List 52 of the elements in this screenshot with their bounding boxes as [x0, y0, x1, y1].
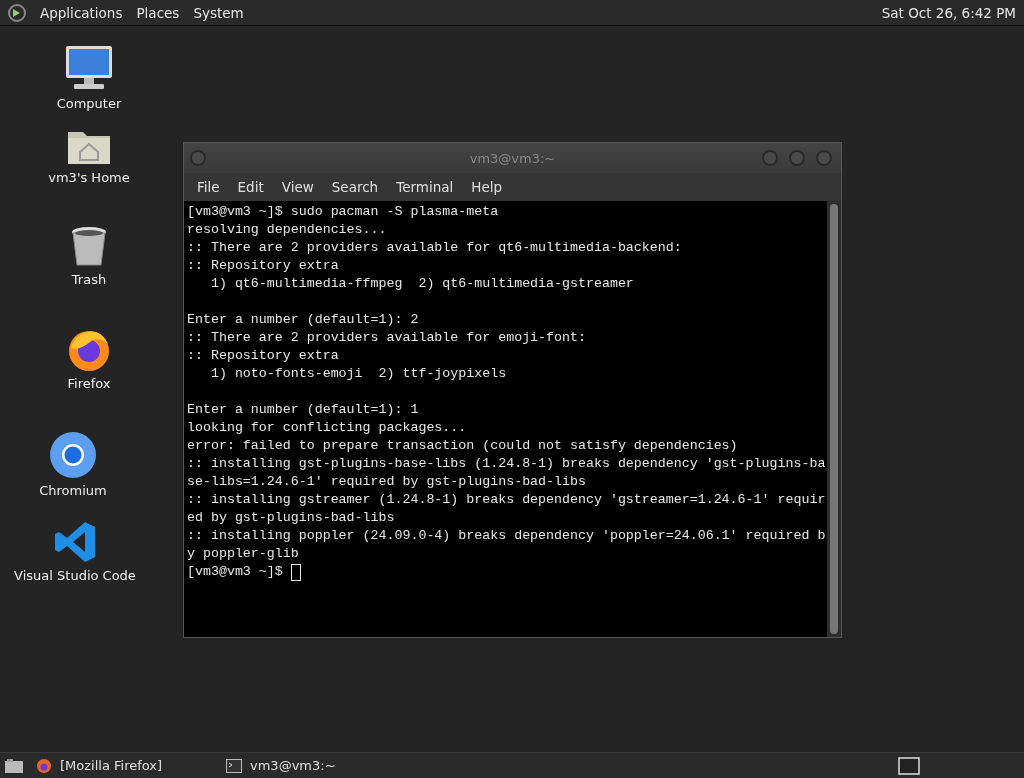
terminal-line: resolving dependencies... — [187, 221, 388, 239]
show-desktop-icon[interactable] — [4, 757, 24, 774]
menu-item[interactable]: Help — [462, 179, 512, 195]
terminal-line: 1) noto-fonts-emoji 2) ttf-joypixels — [209, 365, 508, 383]
terminal-line: :: Repository extra — [187, 257, 340, 275]
terminal-line: looking for conflicting packages... — [187, 419, 468, 437]
icon-label[interactable]: Computer — [56, 96, 122, 111]
icon-label[interactable]: Chromium — [39, 483, 107, 498]
trash-icon — [70, 226, 108, 268]
menu-item[interactable]: Terminal — [387, 179, 463, 195]
firefox-icon — [36, 757, 52, 774]
terminal-line: :: Repository extra — [187, 347, 340, 365]
text-cursor-icon — [290, 563, 301, 581]
maximize-icon[interactable] — [788, 149, 806, 167]
terminal-line: ed by gst-plugins-bad-libs — [187, 509, 396, 527]
window-menu-icon[interactable] — [189, 149, 207, 167]
icon-label[interactable]: Firefox — [67, 376, 111, 391]
terminal-line: :: There are 2 providers available for emoji-font: — [187, 329, 587, 347]
vscode-icon — [53, 520, 97, 564]
workspace-switcher-icon[interactable] — [898, 756, 920, 775]
icon-label[interactable]: Visual Studio Code — [14, 568, 136, 583]
close-icon[interactable] — [815, 149, 833, 167]
terminal-line: error: failed to prepare transaction (could not satisfy dependencies) — [187, 437, 739, 455]
icon-label[interactable]: vm3's Home — [48, 170, 130, 185]
minimize-icon[interactable] — [761, 149, 779, 167]
panel-menu[interactable]: Applications — [40, 4, 123, 21]
window-title: vm3@vm3:~ — [469, 150, 556, 166]
clock[interactable]: Sat Oct 26, 6:42 PM — [881, 4, 1016, 21]
menu-item[interactable]: View — [272, 179, 323, 195]
terminal-line: se-libs=1.24.6-1' required by gst-plugins-bad-libs — [187, 473, 587, 491]
terminal-line: Enter a number (default=1): 2 — [187, 311, 420, 329]
terminal-line: [vm3@vm3 ~]$ sudo pacman -S plasma-meta — [187, 203, 500, 221]
menu-item[interactable]: Edit — [228, 179, 273, 195]
terminal-icon — [226, 758, 242, 773]
scrollbar[interactable] — [827, 201, 841, 637]
terminal-line: Enter a number (default=1): 1 — [187, 401, 420, 419]
taskbar-button[interactable]: [Mozilla Firefox] — [28, 754, 214, 777]
terminal-line: :: installing gst-plugins-base-libs (1.24.8-1) breaks dependency 'gst-plugins-ba — [187, 455, 827, 473]
panel-menu[interactable]: Places — [136, 4, 180, 21]
chromium-icon — [49, 431, 97, 479]
terminal-line: 1) qt6-multimedia-ffmpeg 2) qt6-multimedia-gstreamer — [209, 275, 635, 293]
taskbar-button[interactable]: vm3@vm3:~ — [218, 754, 404, 777]
menu-item[interactable]: Search — [322, 179, 388, 195]
computer-icon — [64, 44, 114, 92]
menu-item[interactable]: File — [188, 179, 229, 195]
terminal-line: :: installing poppler (24.09.0-4) breaks dependency 'poppler=24.06.1' required b — [187, 527, 827, 545]
panel-menu[interactable]: System — [193, 4, 244, 21]
icon-label[interactable]: Trash — [71, 272, 107, 287]
terminal-line: y poppler-glib — [187, 545, 300, 563]
terminal-line: :: There are 2 providers available for qt6-multimedia-backend: — [187, 239, 683, 257]
terminal-line: :: installing gstreamer (1.24.8-1) breaks dependency 'gstreamer=1.24.6-1' requir — [187, 491, 827, 509]
shell-prompt: [vm3@vm3 ~]$ — [187, 563, 283, 581]
